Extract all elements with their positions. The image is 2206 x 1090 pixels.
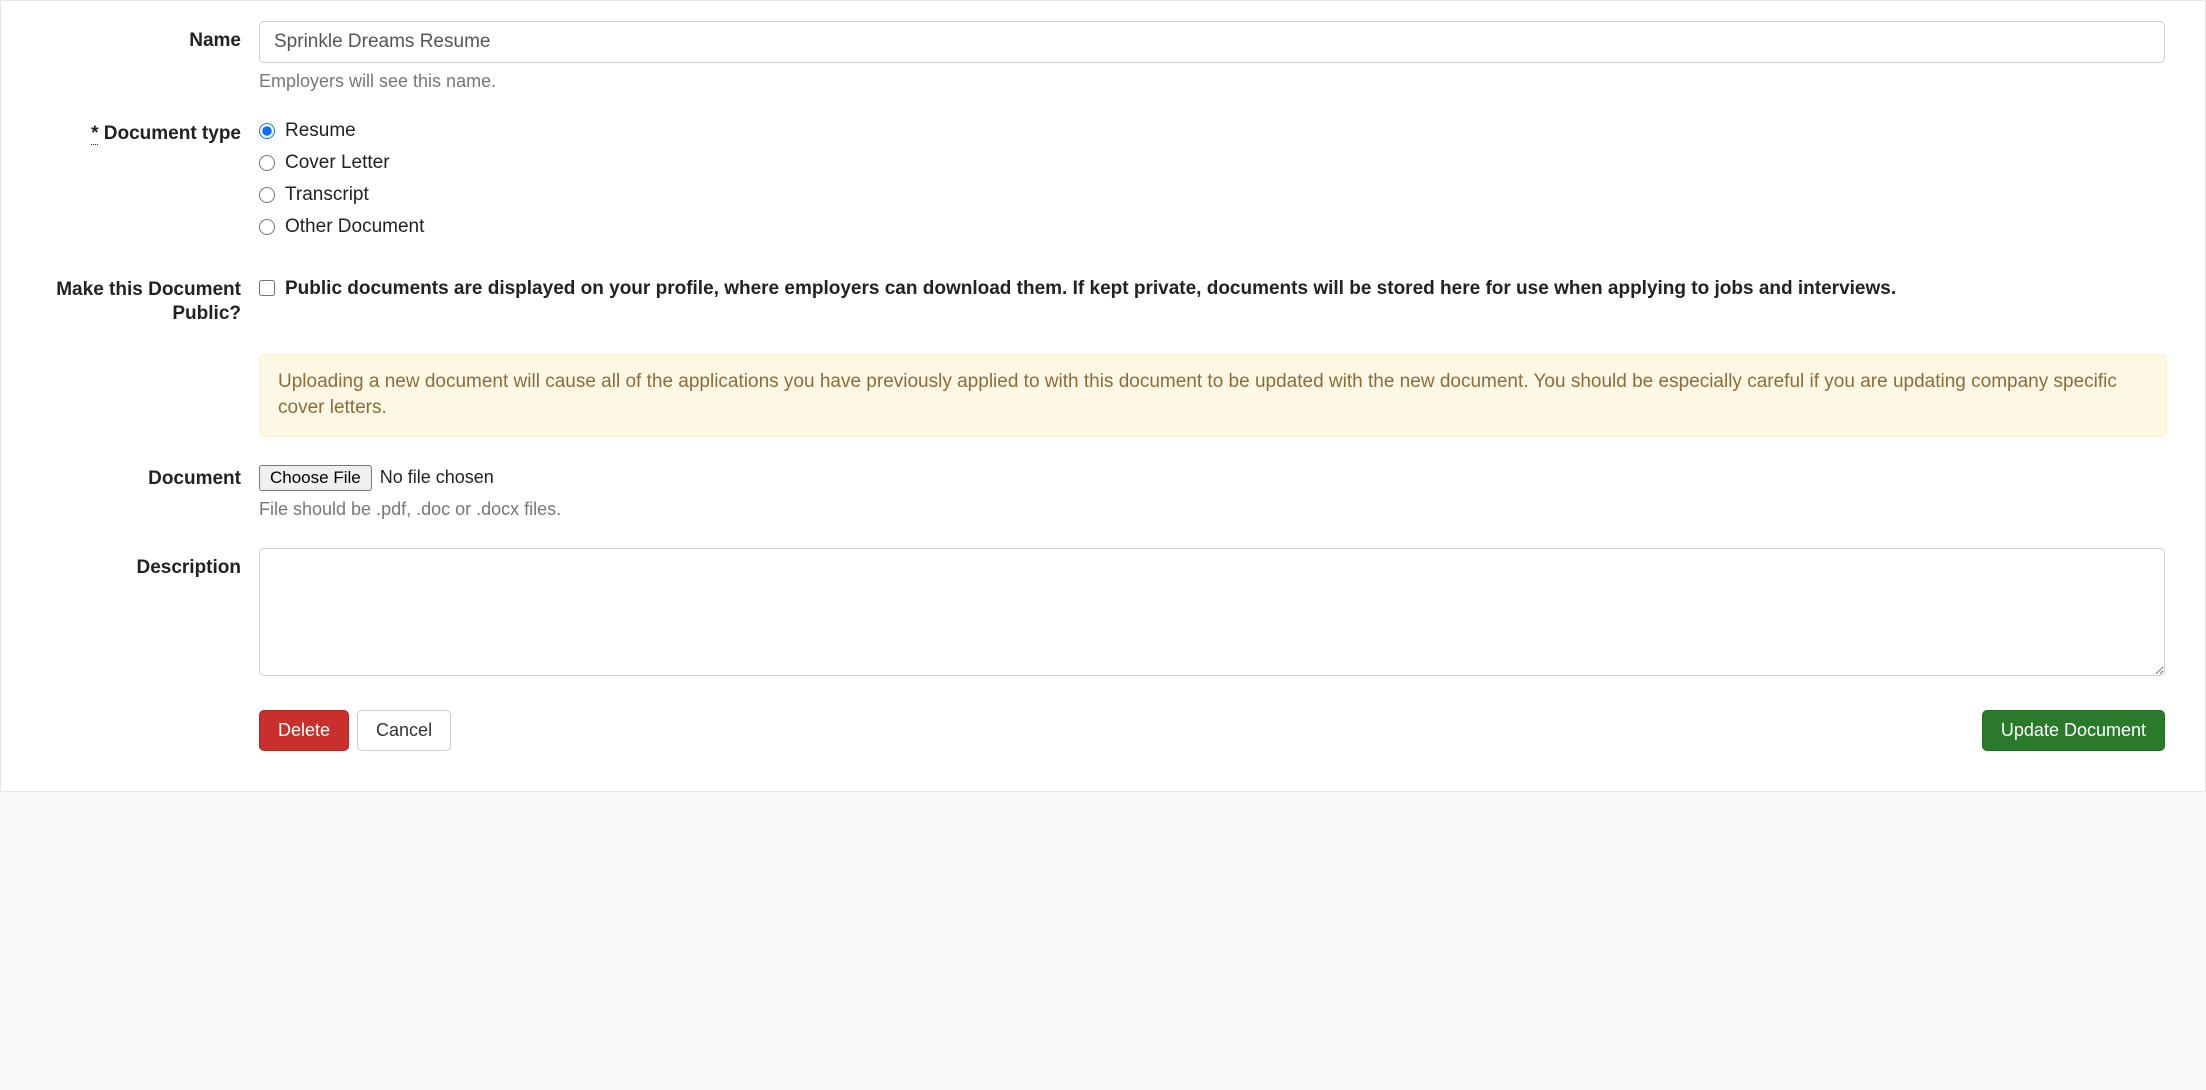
name-row: Name Employers will see this name.	[1, 21, 2205, 92]
public-label: Make this Document Public?	[29, 276, 259, 326]
document-row: Document Choose File No file chosen File…	[1, 465, 2205, 520]
choose-file-button[interactable]: Choose File	[259, 465, 372, 491]
name-help: Employers will see this name.	[259, 71, 2165, 92]
required-mark: *	[91, 123, 98, 145]
document-type-options: Resume Cover Letter Transcript Other Doc…	[259, 120, 2177, 248]
file-chooser: Choose File No file chosen	[259, 465, 494, 491]
doctype-label-cover-letter[interactable]: Cover Letter	[285, 152, 390, 174]
doctype-radio-resume[interactable]	[259, 123, 275, 139]
doctype-option-other: Other Document	[259, 216, 2165, 238]
doctype-radio-transcript[interactable]	[259, 187, 275, 203]
description-textarea[interactable]	[259, 548, 2165, 676]
name-input[interactable]	[259, 21, 2165, 63]
description-label: Description	[29, 548, 259, 580]
update-document-button[interactable]: Update Document	[1982, 710, 2165, 751]
public-description[interactable]: Public documents are displayed on your p…	[285, 276, 1896, 303]
doctype-option-resume: Resume	[259, 120, 2165, 142]
doctype-radio-other[interactable]	[259, 219, 275, 235]
file-chosen-status: No file chosen	[380, 467, 494, 488]
description-row: Description	[1, 548, 2205, 682]
document-help: File should be .pdf, .doc or .docx files…	[259, 499, 2165, 520]
cancel-button[interactable]: Cancel	[357, 710, 451, 751]
doctype-radio-cover-letter[interactable]	[259, 155, 275, 171]
delete-button[interactable]: Delete	[259, 710, 349, 751]
doctype-label-resume[interactable]: Resume	[285, 120, 356, 142]
doctype-option-transcript: Transcript	[259, 184, 2165, 206]
document-form: Name Employers will see this name. * Doc…	[0, 0, 2206, 792]
doctype-label-other[interactable]: Other Document	[285, 216, 424, 238]
public-checkbox[interactable]	[259, 280, 275, 296]
upload-warning: Uploading a new document will cause all …	[259, 354, 2167, 437]
public-checkbox-row: Public documents are displayed on your p…	[259, 276, 2165, 303]
doctype-option-cover-letter: Cover Letter	[259, 152, 2165, 174]
doctype-label-transcript[interactable]: Transcript	[285, 184, 369, 206]
name-label: Name	[29, 21, 259, 53]
document-type-row: * Document type Resume Cover Letter Tran…	[1, 120, 2205, 248]
document-type-label: * Document type	[29, 120, 259, 146]
button-row: Delete Cancel Update Document	[1, 710, 2205, 751]
left-buttons: Delete Cancel	[259, 710, 451, 751]
public-row: Make this Document Public? Public docume…	[1, 276, 2205, 326]
document-label: Document	[29, 465, 259, 491]
